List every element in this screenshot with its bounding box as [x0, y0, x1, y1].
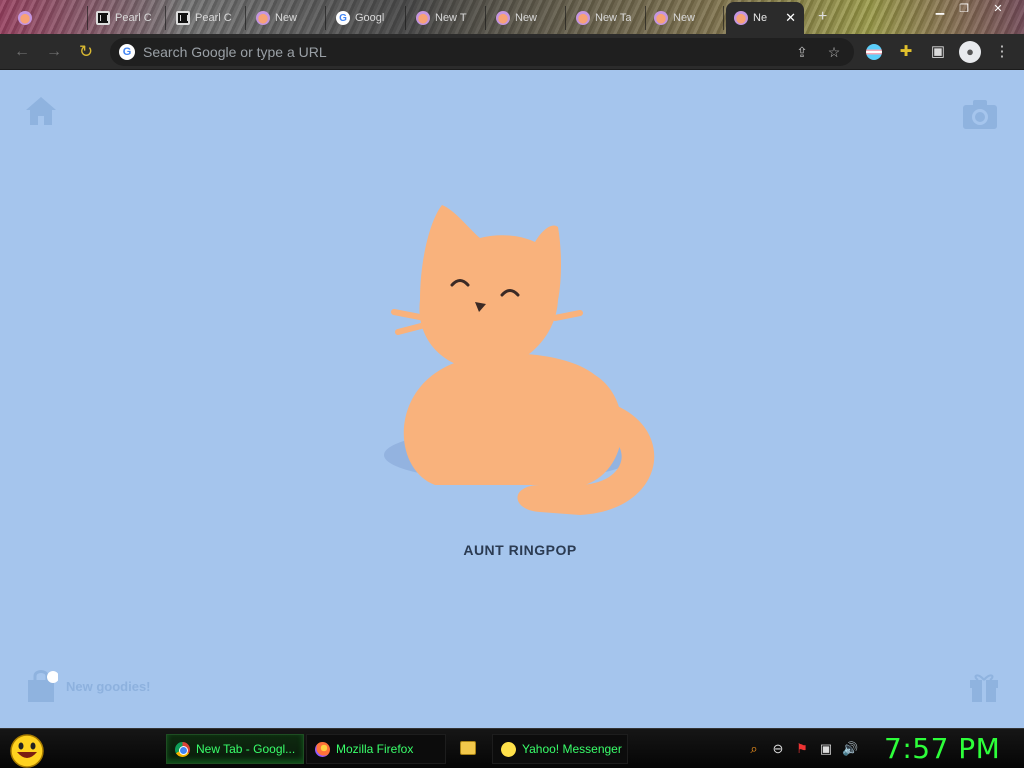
new-goodies-label: New goodies!: [66, 678, 151, 694]
tab-label: Pearl C: [195, 12, 232, 24]
share-icon[interactable]: ⇪: [794, 44, 810, 60]
taskbar-item-label: New Tab - Googl...: [196, 742, 296, 756]
folder-icon[interactable]: [460, 741, 476, 755]
cat-icon: [496, 11, 510, 25]
tab-label: New Ta: [595, 12, 632, 24]
shopping-bag-icon: [28, 670, 58, 702]
cat-icon: [256, 11, 270, 25]
tab-label: New: [515, 12, 538, 24]
restore-icon[interactable]: ❐: [952, 1, 976, 17]
tab-label: New T: [435, 12, 467, 24]
firefox-icon: [315, 741, 330, 757]
tab-2[interactable]: Pearl C: [88, 6, 166, 30]
side-panel-icon[interactable]: ▣: [928, 42, 948, 62]
cat-icon: [734, 11, 748, 25]
tab-label: New: [275, 12, 298, 24]
window-close-icon[interactable]: ✕: [986, 1, 1010, 17]
cat-name-label: AUNT RINGPOP: [463, 542, 577, 558]
omnibox[interactable]: G ⇪ ☆: [110, 38, 854, 66]
address-bar-input[interactable]: [143, 44, 743, 60]
tab-4[interactable]: New: [248, 6, 326, 30]
cat-icon: [576, 11, 590, 25]
back-arrow-icon[interactable]: ←: [12, 42, 32, 62]
tab-6[interactable]: New T: [408, 6, 486, 30]
tab-3[interactable]: Pearl C: [168, 6, 246, 30]
new-goodies-button[interactable]: New goodies!: [24, 668, 151, 704]
cat-icon: [654, 11, 668, 25]
status-icon[interactable]: ⊖: [770, 741, 786, 757]
chrome-icon: [175, 741, 190, 757]
browser-toolbar: ← → ↻ G ⇪ ☆ ✚ ▣ ● ⋮: [0, 34, 1024, 70]
tab-label: Pearl C: [115, 12, 152, 24]
tab-active[interactable]: Ne ✕: [726, 2, 804, 34]
cat-icon: [18, 11, 32, 25]
reload-icon[interactable]: ↻: [76, 42, 96, 62]
tab-5[interactable]: G Googl: [328, 6, 406, 30]
google-icon: G: [336, 11, 350, 25]
cat-illustration: [384, 205, 655, 515]
start-smiley-icon[interactable]: [8, 732, 46, 768]
camera-icon[interactable]: [962, 98, 998, 130]
home-icon[interactable]: [24, 94, 58, 128]
yahoo-messenger-icon: [501, 741, 516, 757]
tab-9[interactable]: New: [646, 6, 724, 30]
tab-label: Googl: [355, 12, 385, 24]
tab-label: New: [673, 12, 696, 24]
taskbar-clock[interactable]: 7:57 PM: [884, 732, 1000, 765]
cat-icon: [416, 11, 430, 25]
taskbar-item-label: Mozilla Firefox: [336, 742, 414, 756]
close-icon[interactable]: ✕: [785, 10, 796, 26]
google-icon: G: [119, 44, 135, 60]
tab-1[interactable]: [10, 6, 88, 30]
search-icon[interactable]: ⌕: [746, 741, 762, 757]
new-tab-button[interactable]: +: [818, 8, 827, 26]
forward-arrow-icon[interactable]: →: [44, 42, 64, 62]
minimize-icon[interactable]: ▁: [928, 1, 952, 17]
taskbar: New Tab - Googl... Mozilla Firefox Yahoo…: [0, 728, 1024, 768]
tab-strip: Pearl C Pearl C New G Googl New T New Ne…: [0, 0, 1024, 34]
volume-icon[interactable]: 🔊: [842, 741, 858, 757]
taskbar-item-yahoo-messenger[interactable]: Yahoo! Messenger: [492, 734, 628, 764]
tab-label: Ne: [753, 12, 768, 24]
taskbar-item-label: Yahoo! Messenger: [522, 742, 622, 756]
menu-kebab-icon[interactable]: ⋮: [992, 42, 1012, 62]
taskbar-item-firefox[interactable]: Mozilla Firefox: [306, 734, 446, 764]
profile-avatar-icon[interactable]: ●: [959, 41, 981, 63]
bookmark-star-icon[interactable]: ☆: [826, 44, 842, 60]
new-tab-page: AUNT RINGPOP New goodies!: [0, 70, 1024, 728]
extension-flag-icon[interactable]: [866, 44, 882, 60]
taskbar-item-chrome[interactable]: New Tab - Googl...: [166, 734, 304, 764]
network-icon[interactable]: ▣: [818, 741, 834, 757]
library-icon: [96, 11, 110, 25]
tab-8[interactable]: New Ta: [568, 6, 646, 30]
gift-icon[interactable]: [968, 668, 1000, 704]
action-center-flag-icon[interactable]: ⚑: [794, 741, 810, 757]
extensions-puzzle-icon[interactable]: ✚: [896, 42, 916, 62]
library-icon: [176, 11, 190, 25]
tab-7[interactable]: New: [488, 6, 566, 30]
